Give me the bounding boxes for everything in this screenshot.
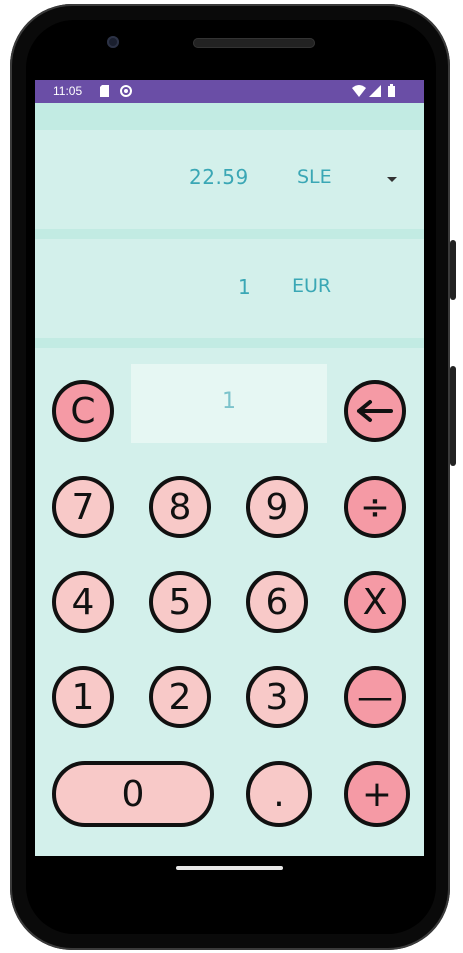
subtract-label: — <box>357 676 393 718</box>
divide-label: ÷ <box>359 486 391 528</box>
sd-card-icon <box>100 85 109 100</box>
status-bar: 11:05 <box>35 80 424 103</box>
add-button[interactable]: + <box>344 761 410 827</box>
digit-1-button[interactable]: 1 <box>52 666 114 728</box>
digit-3-button[interactable]: 3 <box>246 666 308 728</box>
decimal-label: . <box>273 773 285 815</box>
top-band <box>35 103 424 130</box>
front-camera <box>107 36 119 48</box>
digit-2-button[interactable]: 2 <box>149 666 211 728</box>
input-display: 1 <box>131 364 327 443</box>
power-button <box>450 366 456 466</box>
digit-6-button[interactable]: 6 <box>246 571 308 633</box>
digit-label: 3 <box>265 676 289 718</box>
digit-7-button[interactable]: 7 <box>52 476 114 538</box>
backspace-button[interactable] <box>344 380 406 442</box>
clear-button[interactable]: C <box>52 380 114 442</box>
home-indicator[interactable] <box>176 866 283 870</box>
currency-dropdown-icon[interactable] <box>387 177 397 182</box>
digit-label: 9 <box>265 486 289 528</box>
to-amount: 1 <box>238 275 252 299</box>
digit-label: 8 <box>168 486 192 528</box>
digit-label: 6 <box>265 581 289 623</box>
digit-8-button[interactable]: 8 <box>149 476 211 538</box>
signal-icon <box>369 85 381 100</box>
digit-label: 1 <box>71 676 95 718</box>
multiply-label: X <box>362 581 388 623</box>
from-amount: 22.59 <box>189 165 249 189</box>
digit-5-button[interactable]: 5 <box>149 571 211 633</box>
clear-label: C <box>70 390 96 432</box>
digit-9-button[interactable]: 9 <box>246 476 308 538</box>
subtract-button[interactable]: — <box>344 666 406 728</box>
earpiece-speaker <box>193 38 315 48</box>
digit-label: 0 <box>121 773 145 815</box>
add-label: + <box>361 773 393 815</box>
battery-icon <box>388 84 395 100</box>
volume-button <box>450 240 456 300</box>
backspace-arrow-icon <box>356 391 394 432</box>
digit-label: 4 <box>71 581 95 623</box>
app-screen: 11:05 22.59 SLE 1 EUR 1 C 7 8 9 ÷ 4 5 6 … <box>35 80 424 856</box>
from-currency-code[interactable]: SLE <box>297 166 332 188</box>
sync-icon <box>120 85 132 100</box>
digit-4-button[interactable]: 4 <box>52 571 114 633</box>
currency-row-from[interactable]: 22.59 SLE <box>35 130 424 229</box>
digit-label: 5 <box>168 581 192 623</box>
row-divider <box>35 338 424 348</box>
display-value: 1 <box>222 389 236 414</box>
decimal-button[interactable]: . <box>246 761 312 827</box>
digit-label: 7 <box>71 486 95 528</box>
digit-label: 2 <box>168 676 192 718</box>
digit-0-button[interactable]: 0 <box>52 761 214 827</box>
wifi-icon <box>352 85 366 100</box>
multiply-button[interactable]: X <box>344 571 406 633</box>
status-time: 11:05 <box>53 84 83 98</box>
divide-button[interactable]: ÷ <box>344 476 406 538</box>
currency-row-to[interactable]: 1 EUR <box>35 239 424 338</box>
row-divider <box>35 229 424 239</box>
to-currency-code[interactable]: EUR <box>292 275 331 297</box>
